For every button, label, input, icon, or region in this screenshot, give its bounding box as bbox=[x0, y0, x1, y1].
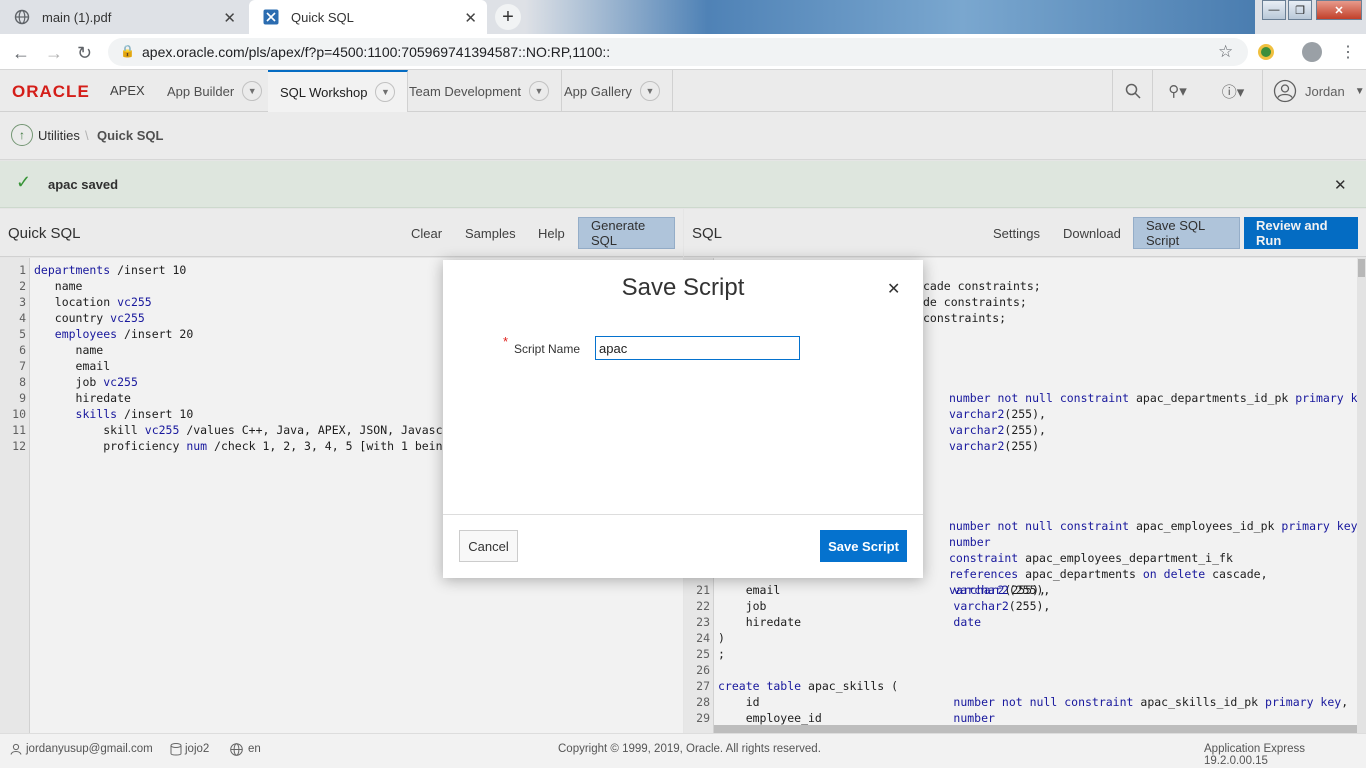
browser-tab-quick-sql[interactable]: Quick SQL ✕ bbox=[249, 0, 487, 34]
desktop-wallpaper-strip bbox=[525, 0, 1255, 34]
script-name-label: Script Name bbox=[514, 342, 581, 356]
globe-icon bbox=[14, 9, 30, 25]
minimize-window-button[interactable]: — bbox=[1262, 0, 1286, 20]
required-marker: * bbox=[503, 334, 509, 349]
footer-language[interactable]: en bbox=[248, 743, 261, 755]
script-name-input[interactable] bbox=[595, 336, 800, 360]
close-tab-icon[interactable]: ✕ bbox=[223, 9, 236, 27]
save-script-button[interactable]: Save Script bbox=[820, 530, 907, 562]
footer-version: Application Express 19.2.0.00.15 bbox=[1204, 743, 1305, 767]
close-tab-icon[interactable]: ✕ bbox=[464, 9, 477, 27]
database-icon bbox=[170, 743, 182, 759]
user-icon bbox=[10, 743, 22, 758]
footer-email: jordanyusup@gmail.com bbox=[26, 743, 153, 755]
browser-tab-title: Quick SQL bbox=[291, 9, 354, 25]
dialog-title: Save Script bbox=[621, 274, 745, 301]
lock-icon: 🔒 bbox=[120, 44, 135, 58]
new-tab-button[interactable]: + bbox=[495, 4, 521, 30]
extension-icon[interactable] bbox=[1258, 44, 1274, 60]
dialog-divider bbox=[443, 514, 923, 515]
restore-window-button[interactable]: ❐ bbox=[1288, 0, 1312, 20]
browser-menu-icon[interactable]: ⋮ bbox=[1340, 42, 1356, 62]
profile-avatar[interactable] bbox=[1302, 42, 1322, 62]
browser-tab-pdf[interactable]: main (1).pdf ✕ bbox=[0, 0, 246, 34]
back-icon[interactable]: ← bbox=[12, 43, 30, 64]
close-window-button[interactable]: ✕ bbox=[1316, 0, 1362, 20]
footer-copyright: Copyright © 1999, 2019, Oracle. All righ… bbox=[558, 743, 821, 755]
reload-icon[interactable]: ↻ bbox=[77, 43, 92, 64]
cancel-button[interactable]: Cancel bbox=[459, 530, 518, 562]
close-icon[interactable]: ✕ bbox=[887, 279, 900, 299]
browser-tab-title: main (1).pdf bbox=[42, 9, 112, 25]
apex-icon bbox=[263, 9, 279, 25]
url-text[interactable]: apex.oracle.com/pls/apex/f?p=4500:1100:7… bbox=[142, 44, 610, 60]
footer-workspace: jojo2 bbox=[185, 743, 210, 755]
forward-icon[interactable]: → bbox=[45, 43, 63, 64]
globe-icon bbox=[230, 743, 243, 759]
bookmark-star-icon[interactable]: ☆ bbox=[1218, 42, 1233, 62]
